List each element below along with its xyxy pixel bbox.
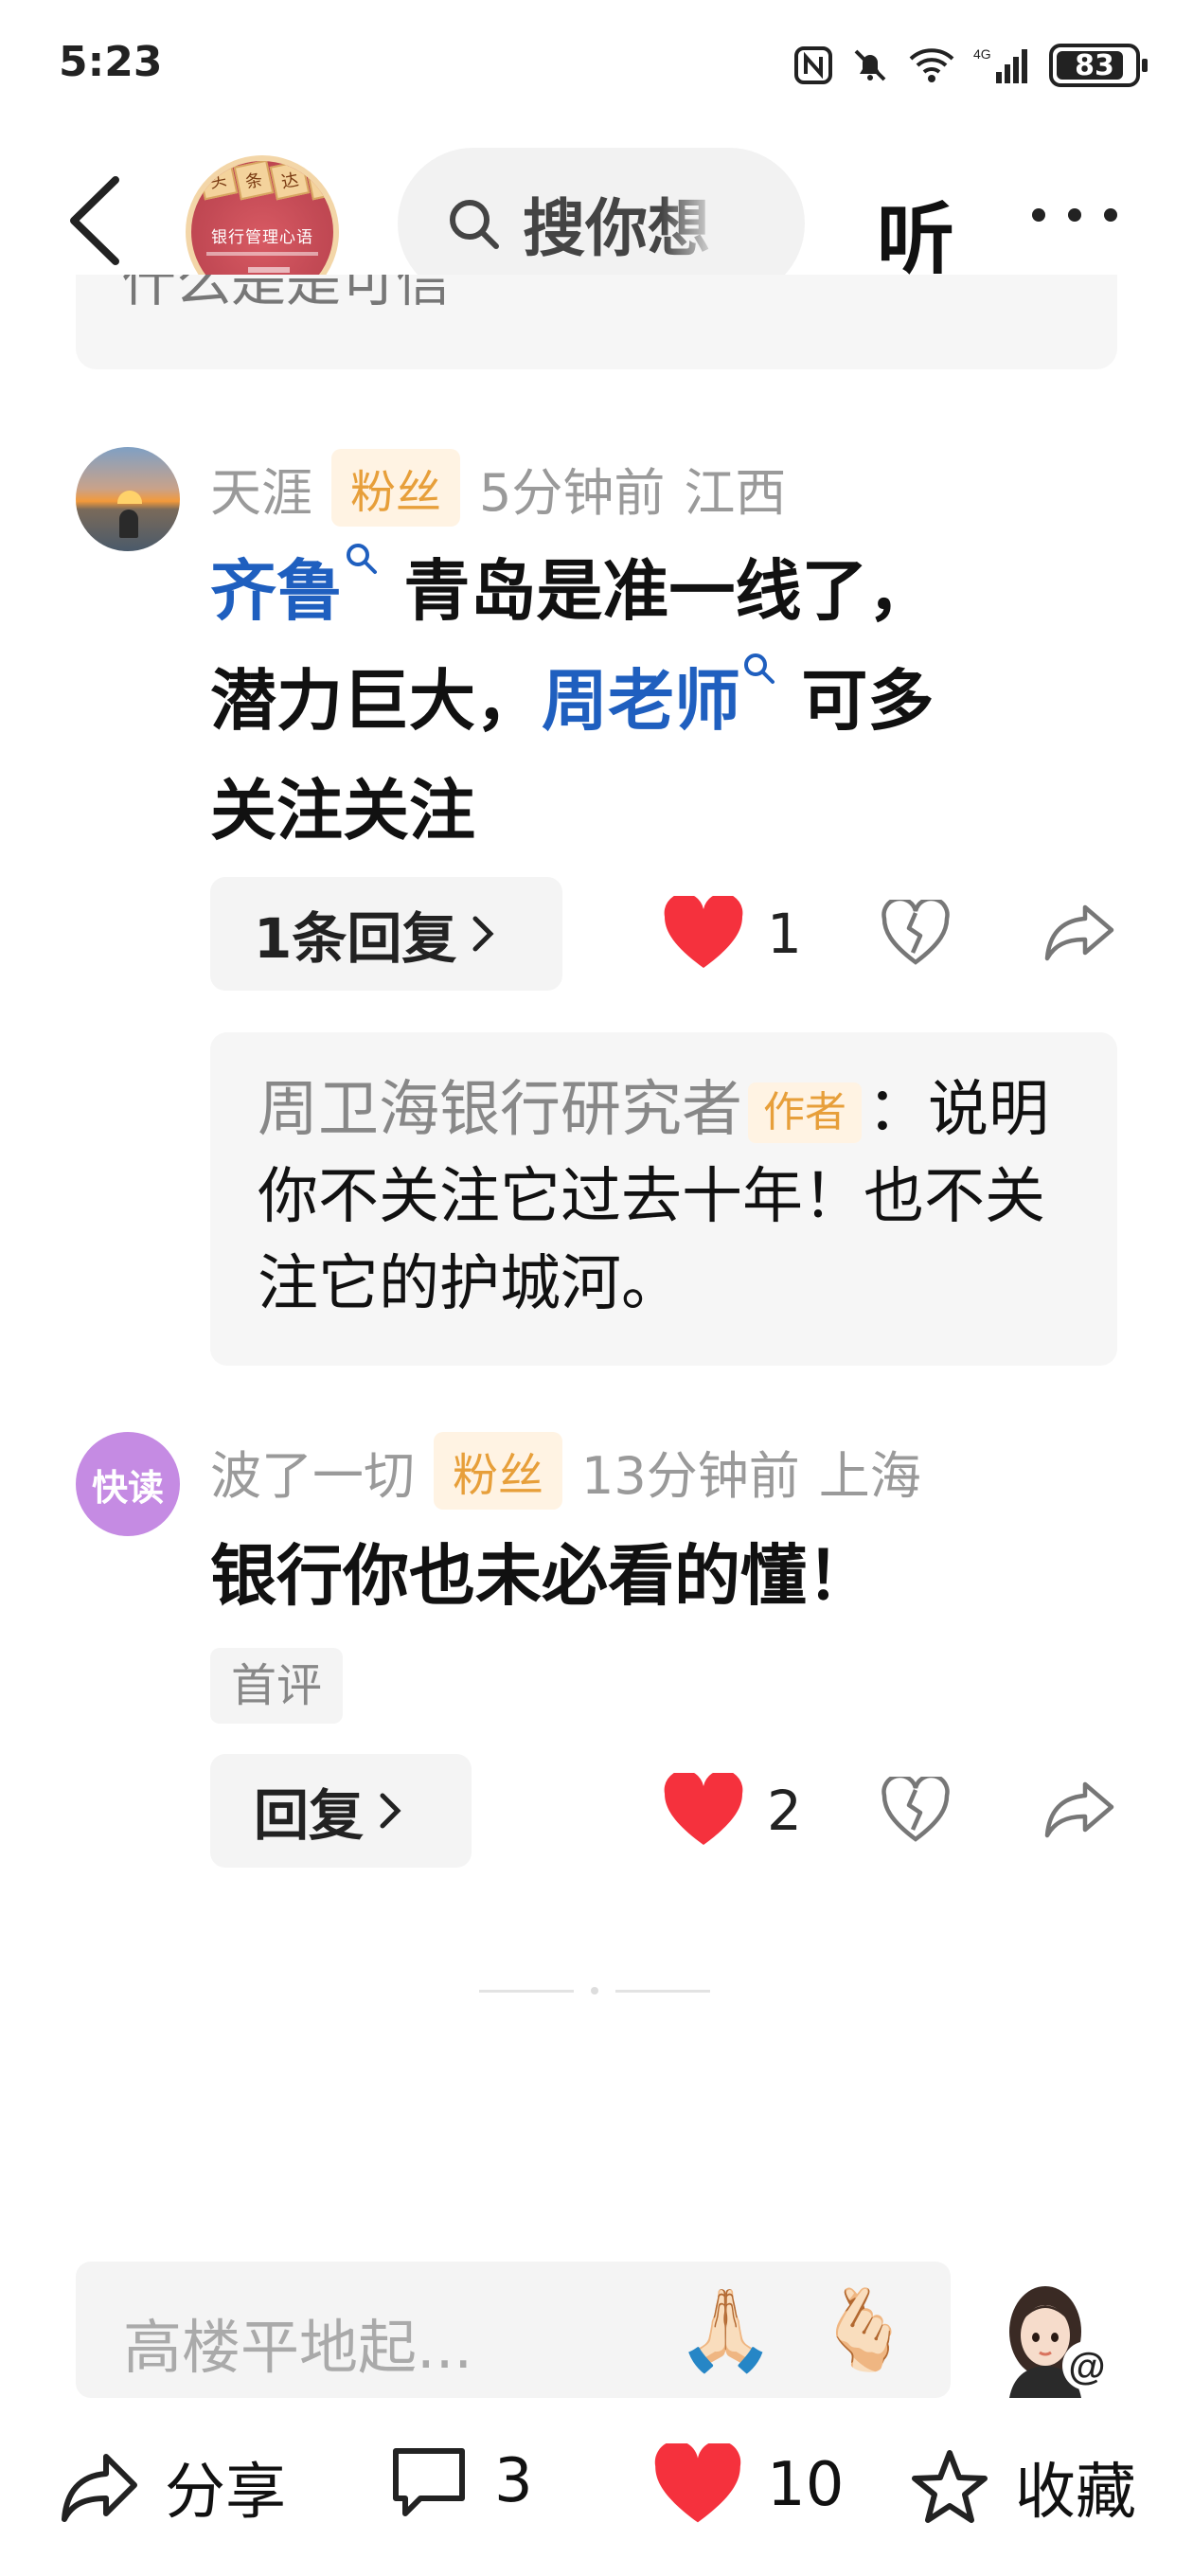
avatar-label: 快读 bbox=[91, 1466, 164, 1509]
search-icon bbox=[744, 653, 775, 684]
reply-author[interactable]: 周卫海银行研究者 bbox=[258, 1075, 742, 1145]
bottom-action-bar: 分享 3 10 收藏 bbox=[0, 2424, 1193, 2557]
pray-emoji-button[interactable]: 🙏🏻 bbox=[676, 2284, 775, 2375]
comment-input-placeholder: 高楼平地起... bbox=[123, 2313, 473, 2382]
dot-icon bbox=[1104, 208, 1117, 222]
like-count: 1 bbox=[767, 902, 802, 966]
finger-heart-emoji-button[interactable]: 🫰🏻 bbox=[814, 2284, 914, 2375]
share-label: 分享 bbox=[165, 2458, 286, 2528]
search-placeholder: 搜你想 bbox=[523, 192, 710, 265]
back-button[interactable] bbox=[57, 169, 133, 273]
svg-text:@: @ bbox=[1068, 2346, 1105, 2388]
broken-heart-icon[interactable] bbox=[881, 900, 951, 968]
end-of-list-divider bbox=[479, 1987, 716, 1995]
more-menu-button[interactable] bbox=[1032, 208, 1117, 222]
status-time: 5:23 bbox=[59, 38, 163, 86]
comments-count: 3 bbox=[494, 2446, 533, 2516]
reply-button[interactable]: 回复 bbox=[210, 1754, 472, 1868]
comment-bubble-icon bbox=[393, 2448, 465, 2516]
status-bar: 5:23 4G 83 bbox=[0, 0, 1193, 133]
star-icon bbox=[912, 2450, 988, 2523]
article-card-remnant: 什么是是可信 bbox=[76, 275, 1117, 369]
status-icons: 4G 83 bbox=[793, 44, 1148, 87]
bell-muted-icon bbox=[854, 49, 886, 81]
comment-meta: 天涯 粉丝 5分钟前 江西 bbox=[210, 449, 786, 527]
share-button[interactable]: 分享 bbox=[59, 2443, 286, 2531]
like-count: 2 bbox=[767, 1779, 802, 1843]
username[interactable]: 波了一切 bbox=[210, 1434, 415, 1509]
mention-avatar-button[interactable]: @ bbox=[996, 2265, 1119, 2398]
chevron-right-icon bbox=[472, 916, 494, 952]
favorite-label: 收藏 bbox=[1015, 2458, 1136, 2528]
listen-button[interactable]: 听 bbox=[877, 176, 954, 289]
chevron-left-icon bbox=[70, 176, 119, 265]
share-arrow-icon[interactable] bbox=[1042, 902, 1117, 964]
comment-text: 齐鲁 青岛是准一线了， 潜力巨大，周老师 可多 关注关注 bbox=[210, 536, 1091, 866]
reply-preview[interactable]: 周卫海银行研究者 作者 ：说明你不关注它过去十年！也不关注它的护城河。 bbox=[210, 1032, 1117, 1366]
wifi-icon bbox=[909, 48, 954, 82]
top-nav: 头 条 达 人 银行管理心语 搜你想 听 bbox=[0, 142, 1193, 309]
article-card-text: 什么是是可信 bbox=[121, 275, 452, 313]
search-icon bbox=[347, 544, 377, 574]
like-article-button[interactable]: 10 bbox=[653, 2443, 844, 2527]
comment-time: 5分钟前 bbox=[479, 462, 666, 523]
heart-filled-icon bbox=[654, 2443, 741, 2523]
heart-filled-icon bbox=[664, 896, 743, 968]
nfc-icon bbox=[794, 46, 832, 84]
comment-location: 上海 bbox=[818, 1445, 921, 1506]
mention-link[interactable]: 周老师 bbox=[542, 653, 778, 740]
svg-text:4G: 4G bbox=[973, 46, 991, 62]
view-replies-button[interactable]: 1条回复 bbox=[210, 877, 562, 991]
comments-button[interactable]: 3 bbox=[388, 2443, 533, 2519]
heart-filled-icon bbox=[664, 1773, 743, 1845]
toutiao-daren-badge: 头 条 达 人 bbox=[197, 161, 333, 201]
chevron-right-icon bbox=[380, 1793, 401, 1829]
username[interactable]: 天涯 bbox=[210, 451, 312, 526]
comment-meta: 波了一切 粉丝 13分钟前 上海 bbox=[210, 1432, 921, 1510]
broken-heart-icon[interactable] bbox=[881, 1777, 951, 1845]
article-likes-count: 10 bbox=[767, 2450, 845, 2520]
dot-icon bbox=[1032, 208, 1045, 222]
reply-label: 回复 bbox=[254, 1783, 365, 1848]
like-button[interactable]: 2 bbox=[663, 1773, 802, 1849]
share-arrow-icon[interactable] bbox=[1042, 1779, 1117, 1841]
comment-input[interactable]: 高楼平地起... 🙏🏻 🫰🏻 bbox=[76, 2262, 951, 2398]
comment-text: 银行你也未必看的懂！ bbox=[210, 1537, 873, 1615]
reply-count-label: 1条回复 bbox=[254, 906, 457, 971]
search-icon bbox=[450, 200, 499, 249]
dot-icon bbox=[1068, 208, 1081, 222]
fan-badge: 粉丝 bbox=[331, 449, 461, 527]
user-avatar[interactable]: 快读 bbox=[76, 1432, 180, 1536]
like-button[interactable]: 1 bbox=[663, 896, 802, 972]
comment-time: 13分钟前 bbox=[581, 1445, 800, 1506]
fan-badge: 粉丝 bbox=[434, 1432, 563, 1510]
battery-level: 83 bbox=[1075, 48, 1114, 82]
share-arrow-icon bbox=[62, 2454, 137, 2522]
author-badge: 作者 bbox=[748, 1082, 862, 1144]
first-comment-tag: 首评 bbox=[210, 1648, 344, 1724]
signal-icon: 4G bbox=[973, 46, 1027, 83]
mention-link[interactable]: 齐鲁 bbox=[210, 544, 381, 630]
comment-location: 江西 bbox=[684, 462, 787, 523]
book-title: 银行管理心语 bbox=[211, 228, 313, 247]
battery-indicator: 83 bbox=[1049, 44, 1148, 87]
favorite-button[interactable]: 收藏 bbox=[909, 2443, 1136, 2531]
user-avatar[interactable] bbox=[76, 447, 180, 551]
